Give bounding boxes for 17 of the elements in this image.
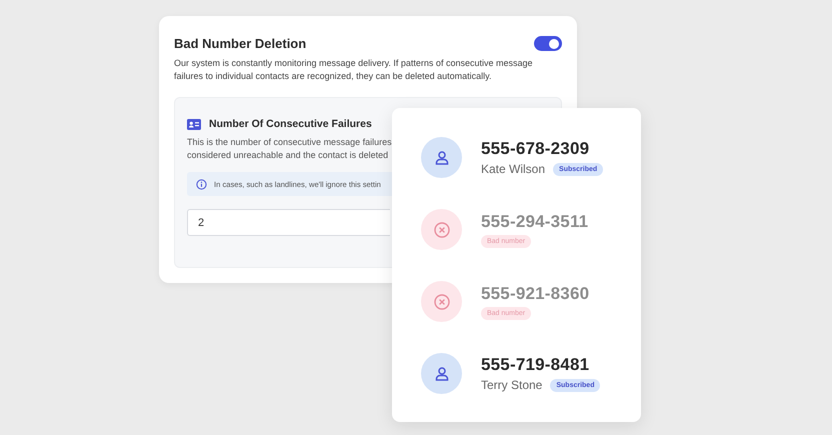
error-icon	[432, 220, 452, 240]
id-card-icon	[187, 118, 201, 130]
section-description: This is the number of consecutive message failures	[187, 136, 392, 149]
phone-number: 555-921-8360	[481, 284, 590, 304]
section-description: considered unreachable and the contact is deleted	[187, 149, 388, 162]
info-icon	[196, 178, 207, 190]
phone-number: 555-719-8481	[481, 355, 590, 375]
toggle-switch[interactable]	[534, 36, 562, 51]
card-title: Bad Number Deletion	[174, 36, 306, 51]
contact-name: Terry Stone	[481, 378, 542, 392]
section-title: Number Of Consecutive Failures	[209, 118, 372, 130]
contact-name: Kate Wilson	[481, 162, 546, 176]
phone-number: 555-678-2309	[481, 139, 590, 159]
error-icon	[432, 292, 452, 312]
phone-number: 555-294-3511	[481, 212, 588, 232]
description: Our system is constantly monitoring message delivery. If patterns of consecutive message failures to individual contacts are recognized, they can be deleted automatically.	[174, 57, 534, 83]
input-field[interactable]: 2	[187, 209, 390, 236]
